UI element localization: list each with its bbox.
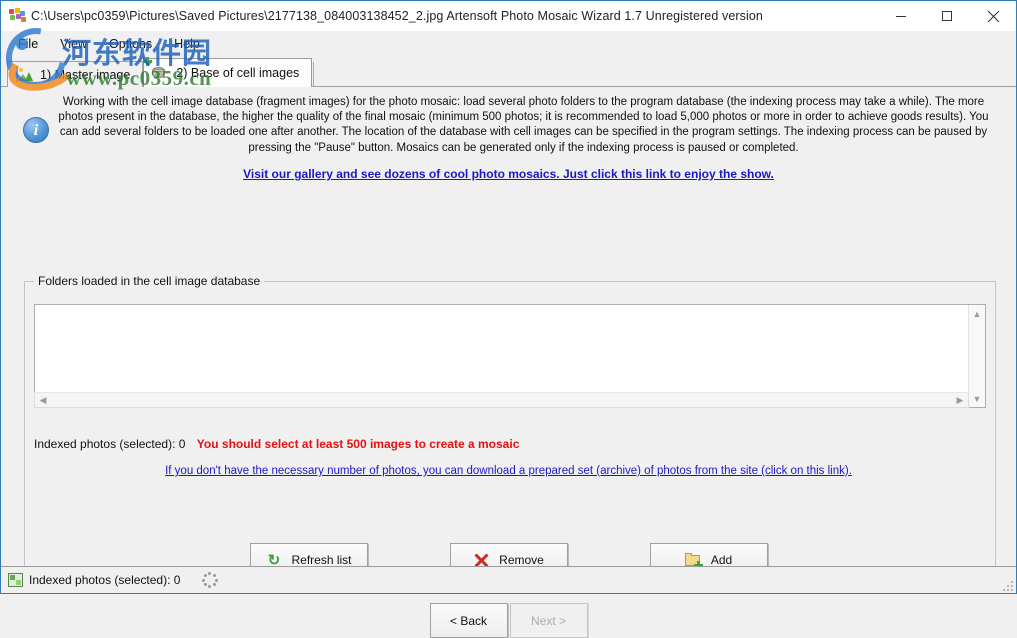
tab-master-image[interactable]: 1) Master image xyxy=(7,61,143,87)
menu-item-view[interactable]: View xyxy=(49,34,98,54)
database-add-icon xyxy=(152,66,169,81)
tab-base-of-cell-images[interactable]: 2) Base of cell images xyxy=(143,58,312,87)
scroll-right-icon[interactable]: ▶ xyxy=(952,393,968,407)
minimum-images-warning: You should select at least 500 images to… xyxy=(197,437,520,451)
folders-group-title: Folders loaded in the cell image databas… xyxy=(34,274,264,288)
menu-item-options[interactable]: Options xyxy=(98,34,163,54)
picture-icon xyxy=(16,67,33,82)
menu-bar: File View Options Help xyxy=(1,31,1016,57)
minimize-button[interactable] xyxy=(878,1,924,31)
window-controls xyxy=(878,1,1016,31)
scroll-down-icon[interactable]: ▼ xyxy=(969,390,986,407)
window-title: C:\Users\pc0359\Pictures\Saved Pictures\… xyxy=(31,9,763,23)
info-text: Working with the cell image database (fr… xyxy=(57,95,994,156)
resize-grip[interactable] xyxy=(1001,579,1013,591)
scroll-up-icon[interactable]: ▲ xyxy=(969,305,986,322)
remove-label: Remove xyxy=(499,553,544,567)
indexed-photos-count: Indexed photos (selected): 0 xyxy=(34,437,185,451)
refresh-list-label: Refresh list xyxy=(291,553,351,567)
title-bar: C:\Users\pc0359\Pictures\Saved Pictures\… xyxy=(1,1,1016,31)
close-button[interactable] xyxy=(970,1,1016,31)
add-label: Add xyxy=(711,553,732,567)
tab-master-image-label: 1) Master image xyxy=(40,68,130,82)
menu-item-file[interactable]: File xyxy=(7,34,49,54)
gallery-link[interactable]: Visit our gallery and see dozens of cool… xyxy=(1,167,1016,181)
info-icon xyxy=(23,117,49,143)
tab-strip: 1) Master image 2) Base of cell images xyxy=(1,57,1016,87)
application-window: C:\Users\pc0359\Pictures\Saved Pictures\… xyxy=(0,0,1017,594)
menu-item-help[interactable]: Help xyxy=(163,34,211,54)
next-button: Next > xyxy=(510,603,588,638)
back-button[interactable]: < Back xyxy=(430,603,508,638)
client-area: Working with the cell image database (fr… xyxy=(1,86,1016,566)
wizard-navigation: < Back Next > xyxy=(1,603,1016,638)
folders-vertical-scrollbar[interactable]: ▲ ▼ xyxy=(968,305,985,407)
tab-strip-divider xyxy=(313,62,314,86)
maximize-button[interactable] xyxy=(924,1,970,31)
indexed-photos-status: Indexed photos (selected): 0 You should … xyxy=(34,437,519,451)
loading-spinner-icon xyxy=(202,572,218,588)
app-icon xyxy=(8,8,26,24)
status-bar: Indexed photos (selected): 0 xyxy=(1,566,1016,593)
scroll-left-icon[interactable]: ◀ xyxy=(35,393,51,407)
tab-base-of-cell-images-label: 2) Base of cell images xyxy=(176,66,299,80)
indexed-photos-icon xyxy=(8,573,24,588)
status-bar-text: Indexed photos (selected): 0 xyxy=(29,573,180,587)
download-photos-link[interactable]: If you don't have the necessary number o… xyxy=(1,465,1016,477)
info-panel: Working with the cell image database (fr… xyxy=(1,87,1016,160)
folders-horizontal-scrollbar[interactable]: ◀ ▶ xyxy=(34,392,969,408)
